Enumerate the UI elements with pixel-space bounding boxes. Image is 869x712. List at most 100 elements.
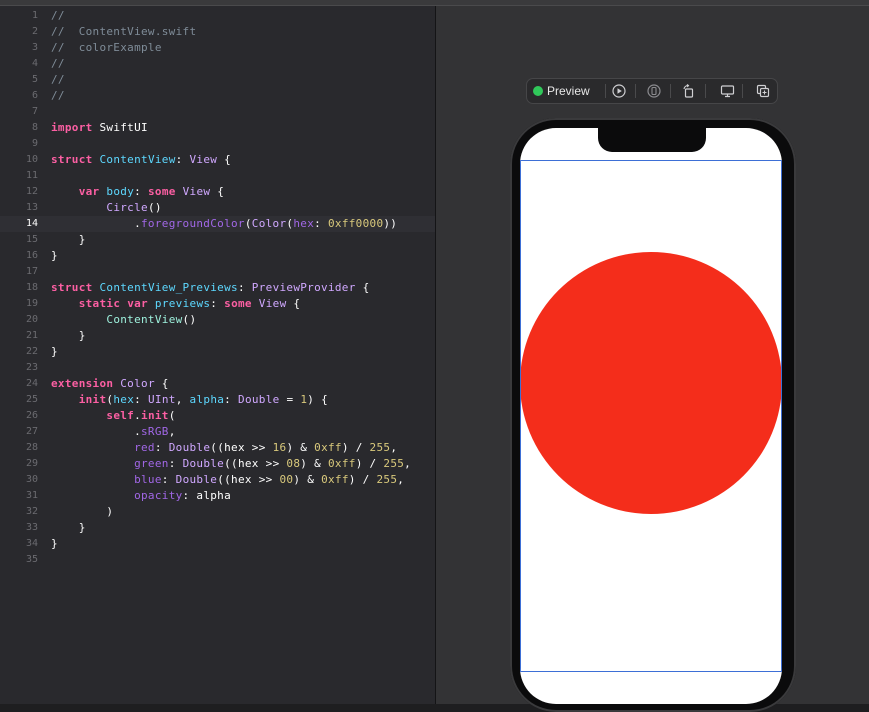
code-line[interactable]: 25 init(hex: UInt, alpha: Double = 1) { <box>0 392 435 408</box>
code-line[interactable]: 5 // <box>0 72 435 88</box>
code-token: ((hex >> <box>210 441 273 454</box>
code-line[interactable]: 11 <box>0 168 435 184</box>
code-token: some <box>147 185 176 198</box>
code-line[interactable]: 14 .foregroundColor(Color(hex: 0xff0000)… <box>0 216 435 232</box>
code-text: } <box>51 536 58 552</box>
code-line[interactable]: 6 // <box>0 88 435 104</box>
toolbar-divider <box>635 84 636 98</box>
toolbar-divider <box>605 84 606 98</box>
code-line[interactable]: 21 } <box>0 328 435 344</box>
code-line[interactable]: 31 opacity: alpha <box>0 488 435 504</box>
code-line[interactable]: 10 struct ContentView: View { <box>0 152 435 168</box>
code-line[interactable]: 30 blue: Double((hex >> 00) & 0xff) / 25… <box>0 472 435 488</box>
code-token: { <box>355 281 370 294</box>
code-token: foregroundColor <box>141 217 245 230</box>
code-token: ContentView <box>99 153 176 166</box>
code-token: some <box>224 297 252 310</box>
code-text: } <box>51 248 58 264</box>
code-text: struct ContentView_Previews: PreviewProv… <box>51 280 370 296</box>
code-token: } <box>51 537 58 550</box>
line-number: 5 <box>31 74 38 85</box>
device-settings-icon[interactable] <box>717 82 737 100</box>
code-text: } <box>51 328 86 344</box>
code-token: : <box>134 393 148 406</box>
code-token: : <box>224 393 239 406</box>
code-token: } <box>51 233 86 246</box>
code-line[interactable]: 24 extension Color { <box>0 376 435 392</box>
line-number: 22 <box>25 346 38 357</box>
selectable-icon[interactable] <box>644 82 664 100</box>
code-text: init(hex: UInt, alpha: Double = 1) { <box>51 392 328 408</box>
code-token: // colorExample <box>51 41 162 54</box>
code-text: Circle() <box>51 200 162 216</box>
line-number: 9 <box>31 138 38 149</box>
line-number: 10 <box>25 154 38 165</box>
code-line[interactable]: 9 <box>0 136 435 152</box>
code-text: green: Double((hex >> 08) & 0xff) / 255, <box>51 456 411 472</box>
code-line[interactable]: 28 red: Double((hex >> 16) & 0xff) / 255… <box>0 440 435 456</box>
code-line[interactable]: 7 <box>0 104 435 120</box>
line-number: 6 <box>31 90 38 101</box>
toolbar-divider <box>705 84 706 98</box>
code-line[interactable]: 33 } <box>0 520 435 536</box>
code-line[interactable]: 13 Circle() <box>0 200 435 216</box>
code-line[interactable]: 15 } <box>0 232 435 248</box>
code-token: Circle <box>106 201 148 214</box>
iphone-device-frame <box>510 118 796 712</box>
code-editor[interactable]: 1 // 2 // ContentView.swift 3 // colorExample… <box>0 6 436 704</box>
line-number: 21 <box>25 330 38 341</box>
code-token: : <box>161 473 176 486</box>
code-token: 255 <box>376 473 398 486</box>
line-number: 2 <box>31 26 38 37</box>
code-token: ContentView_Previews <box>99 281 238 294</box>
code-token: init <box>141 409 169 422</box>
line-number: 12 <box>25 186 38 197</box>
code-token: ) & <box>286 441 315 454</box>
code-token: blue <box>134 473 162 486</box>
code-token: static <box>78 297 121 310</box>
code-text: // <box>51 56 65 72</box>
code-token: ) & <box>293 473 322 486</box>
preview-status-button[interactable]: Preview <box>533 79 590 103</box>
code-token: , <box>168 425 176 438</box>
code-line[interactable]: 32 ) <box>0 504 435 520</box>
code-line[interactable]: 4 // <box>0 56 435 72</box>
code-token: : alpha <box>182 489 232 502</box>
code-line[interactable]: 22} <box>0 344 435 360</box>
code-line[interactable]: 19 static var previews: some View { <box>0 296 435 312</box>
status-dot-icon <box>533 86 543 96</box>
code-line[interactable]: 8 import SwiftUI <box>0 120 435 136</box>
code-line[interactable]: 27 .sRGB, <box>0 424 435 440</box>
code-token: Double <box>238 393 280 406</box>
code-line[interactable]: 16} <box>0 248 435 264</box>
code-line[interactable]: 34} <box>0 536 435 552</box>
code-line[interactable]: 1 // <box>0 8 435 24</box>
toolbar-divider <box>670 84 671 98</box>
code-line[interactable]: 18 struct ContentView_Previews: PreviewPr… <box>0 280 435 296</box>
code-line[interactable]: 23 <box>0 360 435 376</box>
code-token: , <box>390 441 398 454</box>
code-line[interactable]: 20 ContentView() <box>0 312 435 328</box>
code-text: // <box>51 88 65 104</box>
code-line[interactable]: 17 <box>0 264 435 280</box>
code-line[interactable]: 2 // ContentView.swift <box>0 24 435 40</box>
live-play-icon[interactable] <box>609 82 629 100</box>
code-line[interactable]: 35 <box>0 552 435 568</box>
code-line[interactable]: 26 self.init( <box>0 408 435 424</box>
code-line[interactable]: 12 var body: some View { <box>0 184 435 200</box>
toolbar-divider <box>742 84 743 98</box>
code-token: } <box>51 345 58 358</box>
line-number: 13 <box>25 202 38 213</box>
code-line[interactable]: 29 green: Double((hex >> 08) & 0xff) / 2… <box>0 456 435 472</box>
line-number: 25 <box>25 394 38 405</box>
code-token: } <box>51 249 58 262</box>
code-token: View <box>189 153 218 166</box>
code-text: static var previews: some View { <box>51 296 300 312</box>
line-number: 27 <box>25 426 38 437</box>
rotate-device-icon[interactable] <box>679 82 699 100</box>
code-token: : <box>237 281 252 294</box>
code-line[interactable]: 3 // colorExample <box>0 40 435 56</box>
duplicate-preview-icon[interactable] <box>753 82 773 100</box>
